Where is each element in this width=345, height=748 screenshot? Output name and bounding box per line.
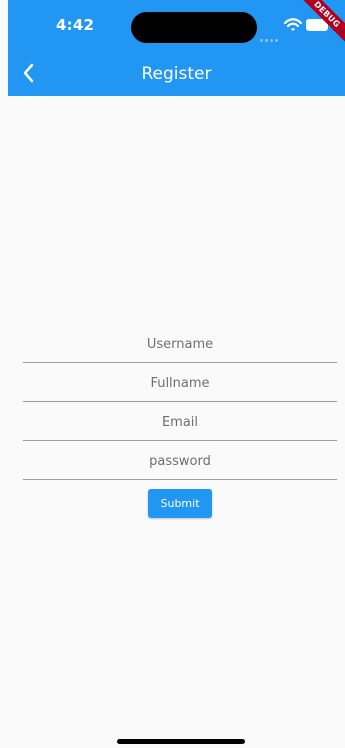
- home-indicator: [117, 739, 245, 744]
- email-input[interactable]: [23, 405, 337, 439]
- password-field: [23, 444, 337, 480]
- fullname-input[interactable]: [23, 366, 337, 400]
- app-bar: 4:42 Register: [8, 0, 345, 96]
- submit-button[interactable]: Submit: [148, 489, 212, 518]
- status-time: 4:42: [56, 16, 95, 34]
- password-input[interactable]: [23, 444, 337, 478]
- cellular-signal-icon: [260, 27, 282, 42]
- email-field: [23, 405, 337, 441]
- register-screen: 4:42 Register DEBUG Username Fullname Em…: [0, 0, 345, 748]
- fullname-field: [23, 366, 337, 402]
- page-title: Register: [141, 64, 212, 84]
- username-field: [23, 327, 337, 363]
- register-form: [23, 327, 337, 483]
- debug-banner: DEBUG: [299, 0, 345, 46]
- dynamic-island: [131, 12, 257, 43]
- debug-banner-label: DEBUG: [299, 0, 345, 46]
- username-input[interactable]: [23, 327, 337, 361]
